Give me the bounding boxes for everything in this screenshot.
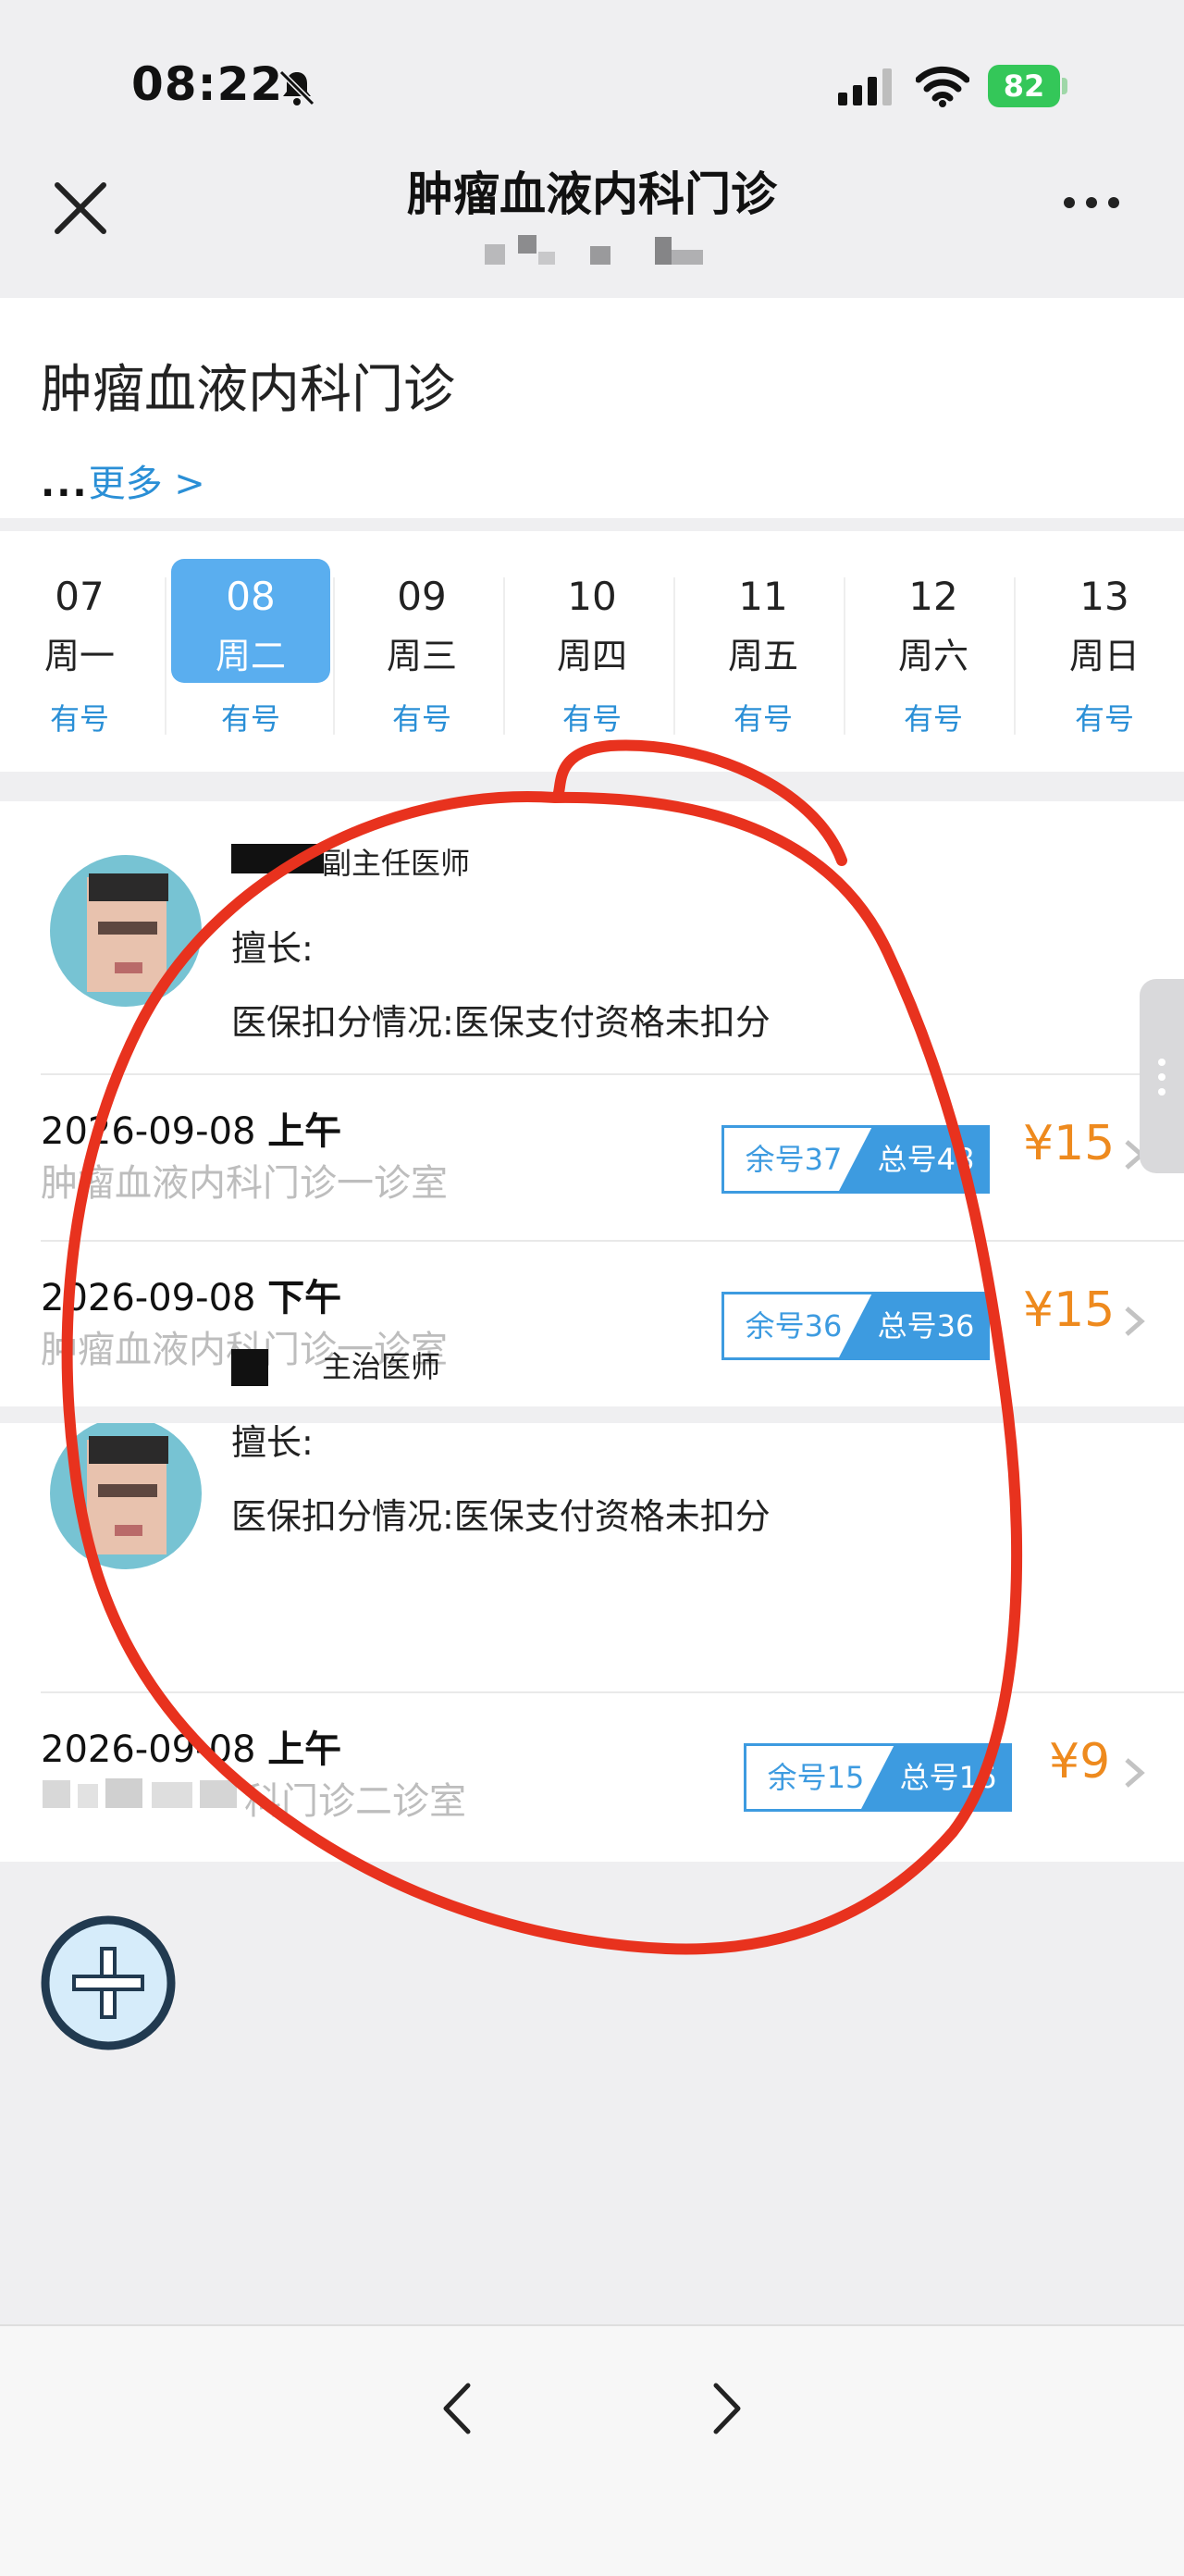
date-weekday: 周一: [43, 636, 115, 676]
slot-period: 上午: [267, 1110, 342, 1153]
status-time: 08:22: [131, 57, 284, 111]
remaining-count: 余号37: [745, 1142, 843, 1177]
date-strip: 07 周一有号 08 周二有号 09 周三有号 10 周四有号 11 周五有号 12 周六有…: [0, 531, 1184, 772]
date-weekday: 周三: [386, 636, 457, 676]
redacted-doctor-name: [231, 1349, 268, 1386]
date-item-11[interactable]: 11 周五有号: [684, 559, 843, 753]
slot-datetime: 2026-09-08 上午: [41, 1101, 341, 1155]
slot-date: 2026-09-08: [41, 1277, 256, 1319]
date-item-07[interactable]: 07 周一有号: [0, 559, 159, 753]
date-availability: 有号: [220, 701, 280, 737]
slot-period: 上午: [267, 1728, 342, 1771]
slot-datetime: 2026-09-08 上午: [41, 1719, 341, 1773]
redacted-room-prefix: [43, 1778, 237, 1808]
slot-price: ¥9: [1049, 1734, 1111, 1790]
redacted-subtitle: [485, 235, 703, 265]
doctor-list: 副主任医师 擅长: 医保扣分情况:医保支付资格未扣分 2026-09-08 上午…: [0, 801, 1184, 1862]
more-link[interactable]: 更多 >: [89, 463, 205, 505]
chevron-left-icon[interactable]: [433, 2376, 481, 2441]
slot-price: ¥15: [1023, 1282, 1116, 1338]
cell-signal-icon: [838, 68, 892, 105]
date-availability: 有号: [903, 701, 963, 737]
chevron-right-icon: [1125, 1307, 1145, 1336]
date-day: 12: [908, 574, 958, 619]
add-icon[interactable]: [41, 1915, 176, 2050]
redacted-doctor-name: [231, 844, 324, 873]
chevron-right-icon: [1125, 1758, 1145, 1788]
doctor-card[interactable]: 副主任医师 擅长: 医保扣分情况:医保支付资格未扣分: [0, 801, 1184, 1073]
remaining-count: 余号15: [767, 1760, 865, 1795]
quota-tag: 余号36 总号36: [722, 1292, 990, 1360]
date-item-12[interactable]: 12 周六有号: [854, 559, 1013, 753]
more-ellipsis: ...: [41, 463, 89, 505]
date-availability: 有号: [733, 701, 793, 737]
quota-tag: 余号37 总号48: [722, 1125, 990, 1194]
date-weekday: 周五: [727, 636, 798, 676]
doctor-specialty: 擅长:: [231, 928, 314, 969]
quota-tag: 余号15 总号16: [744, 1743, 1012, 1812]
section-gap: [0, 1406, 1184, 1423]
doctor-card[interactable]: 主治医师 擅长: 医保扣分情况:医保支付资格未扣分: [0, 1349, 1184, 1571]
department-more[interactable]: ...更多 >: [41, 453, 205, 507]
slot-price: ¥15: [1023, 1116, 1116, 1171]
slot-period: 下午: [267, 1277, 342, 1319]
slot-date: 2026-09-08: [41, 1110, 256, 1153]
date-day: 10: [567, 574, 617, 619]
date-availability: 有号: [49, 701, 109, 737]
doctor-title: 副主任医师: [322, 846, 471, 881]
wifi-icon: [916, 66, 969, 107]
date-availability: 有号: [561, 701, 622, 737]
remaining-count: 余号36: [745, 1308, 843, 1344]
date-day: 07: [55, 574, 105, 619]
bottom-nav-bar: [0, 2324, 1184, 2576]
date-item-13[interactable]: 13 周日有号: [1025, 559, 1184, 753]
schedule-slot[interactable]: 2026-09-08 上午 肿瘤血液内科门诊一诊室 余号37 总号48 ¥15: [0, 1075, 1184, 1240]
date-weekday: 周日: [1068, 636, 1140, 676]
more-dots-icon[interactable]: [1064, 194, 1138, 222]
side-drawer-handle[interactable]: [1140, 979, 1184, 1173]
page-title: 肿瘤血液内科门诊: [407, 167, 777, 221]
chevron-right-icon[interactable]: [703, 2376, 751, 2441]
doctor-insurance-status: 医保扣分情况:医保支付资格未扣分: [231, 1496, 771, 1537]
total-count: 总号16: [899, 1760, 997, 1795]
slot-datetime: 2026-09-08 下午: [41, 1268, 341, 1321]
schedule-slot[interactable]: 2026-09-08 上午 科门诊二诊室 余号15 总号16 ¥9: [0, 1693, 1184, 1858]
slot-room: 肿瘤血液内科门诊一诊室: [41, 1162, 448, 1205]
total-count: 总号48: [877, 1142, 975, 1177]
date-item-09[interactable]: 09 周三有号: [342, 559, 501, 753]
battery-percent: 82: [1003, 68, 1045, 104]
slot-date: 2026-09-08: [41, 1728, 256, 1771]
date-item-08-selected[interactable]: 08 周二有号: [171, 559, 330, 753]
muted-bell-icon: [278, 69, 315, 106]
date-day: 13: [1079, 574, 1129, 619]
department-name: 肿瘤血液内科门诊: [41, 360, 455, 420]
close-icon[interactable]: [46, 174, 115, 242]
date-day: 08: [226, 574, 276, 619]
schedule-slot[interactable]: 2026-09-08 下午 肿瘤血液内科门诊一诊室 余号36 总号36 ¥15: [0, 1242, 1184, 1406]
total-count: 总号36: [877, 1308, 975, 1344]
date-item-10[interactable]: 10 周四有号: [512, 559, 672, 753]
slot-room: 科门诊二诊室: [244, 1780, 466, 1823]
doctor-title: 主治医师: [322, 1349, 441, 1384]
battery-icon: 82: [988, 65, 1069, 107]
date-availability: 有号: [1074, 701, 1134, 737]
date-weekday: 周六: [897, 636, 968, 676]
doctor-insurance-status: 医保扣分情况:医保支付资格未扣分: [231, 1002, 771, 1043]
date-weekday: 周四: [556, 636, 627, 676]
date-weekday: 周二: [215, 636, 286, 676]
doctor-avatar: [50, 855, 202, 1007]
date-day: 09: [397, 574, 447, 619]
date-day: 11: [738, 574, 788, 619]
doctor-avatar: [50, 1418, 202, 1569]
date-availability: 有号: [391, 701, 451, 737]
